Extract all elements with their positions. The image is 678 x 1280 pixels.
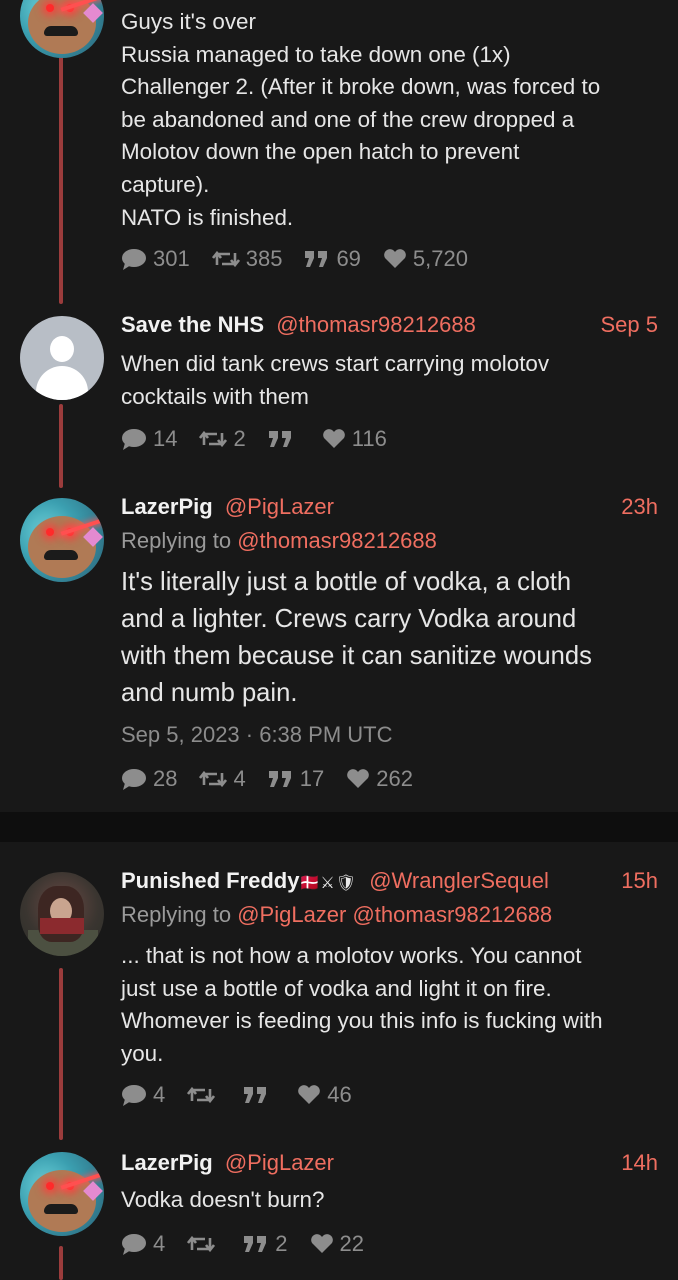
heart-icon: [322, 429, 345, 448]
like-button[interactable]: 116: [322, 426, 387, 452]
retweet-button[interactable]: [187, 1085, 221, 1105]
tweet-text: ... that is not how a molotov works. You…: [121, 943, 603, 1066]
quote-button[interactable]: 17: [268, 766, 324, 792]
retweet-button[interactable]: 4: [199, 766, 246, 792]
quote-icon: [244, 1087, 267, 1103]
avatar[interactable]: [20, 498, 104, 582]
tweet-text: It's literally just a bottle of vodka, a…: [121, 568, 592, 707]
reply-button[interactable]: 4: [121, 1231, 165, 1257]
tweet-date[interactable]: Sep 5: [601, 312, 659, 338]
tweet-actions: 301 385 69 5,720: [121, 246, 490, 272]
replying-to: Replying to @PigLazer @thomasr98212688: [121, 902, 553, 927]
quote-button[interactable]: 2: [243, 1231, 288, 1257]
reply-button[interactable]: 4: [121, 1082, 165, 1108]
speech-bubble-icon: [122, 769, 146, 790]
reply-button[interactable]: 28: [121, 766, 177, 792]
tweet-time[interactable]: 23h: [621, 494, 658, 520]
quote-icon: [305, 251, 328, 267]
reply-button[interactable]: 14: [121, 426, 177, 452]
tweet-header: LazerPig @PigLazer: [121, 494, 334, 520]
tweet-text: Vodka doesn't burn?: [121, 1187, 325, 1212]
quote-icon: [244, 1236, 267, 1252]
avatar[interactable]: [20, 0, 104, 58]
tweet-time[interactable]: 15h: [621, 868, 658, 894]
thread-line: [59, 968, 63, 1140]
quote-icon: [268, 771, 291, 787]
username[interactable]: @PigLazer: [225, 494, 334, 519]
like-button[interactable]: 262: [346, 766, 413, 792]
tweet-timestamp[interactable]: Sep 5, 2023 · 6:38 PM UTC: [121, 722, 392, 748]
thread-line: [59, 50, 63, 304]
username[interactable]: @WranglerSequel: [369, 868, 549, 893]
like-button[interactable]: 5,720: [383, 246, 468, 272]
reply-handle[interactable]: @PigLazer @thomasr98212688: [237, 902, 552, 927]
reply-button[interactable]: 301: [121, 246, 190, 272]
retweet-button[interactable]: [187, 1234, 221, 1254]
retweet-icon: [199, 770, 228, 788]
display-name[interactable]: LazerPig: [121, 1150, 213, 1175]
display-name[interactable]: LazerPig: [121, 494, 213, 519]
tweet-header: Save the NHS @thomasr98212688: [121, 312, 476, 338]
tweet-time[interactable]: 14h: [621, 1150, 658, 1176]
heart-icon: [347, 769, 370, 788]
tweet-actions: 4 46: [121, 1082, 374, 1108]
thread-separator: [0, 812, 678, 842]
thread-line: [59, 1246, 63, 1280]
username[interactable]: @PigLazer: [225, 1150, 334, 1175]
speech-bubble-icon: [122, 1085, 146, 1106]
speech-bubble-icon: [122, 429, 146, 450]
like-button[interactable]: 46: [297, 1082, 352, 1108]
speech-bubble-icon: [122, 1234, 146, 1255]
heart-icon: [298, 1085, 321, 1104]
quote-button[interactable]: [243, 1086, 275, 1104]
username[interactable]: @thomasr98212688: [276, 312, 476, 337]
heart-icon: [310, 1234, 333, 1253]
retweet-icon: [211, 250, 240, 268]
avatar[interactable]: [20, 316, 104, 400]
retweet-icon: [187, 1235, 216, 1253]
tweet-actions: 28 4 17 262: [121, 766, 435, 792]
tweet-text: Guys it's over Russia managed to take do…: [121, 9, 601, 230]
name-emoji: 🇩🇰⚔🛡: [299, 875, 358, 892]
display-name[interactable]: Save the NHS: [121, 312, 264, 337]
quote-icon: [268, 431, 291, 447]
thread-line: [59, 404, 63, 488]
display-name[interactable]: Punished Freddy: [121, 868, 299, 893]
replying-to: Replying to @thomasr98212688: [121, 528, 437, 553]
tweet-actions: 4 2 22: [121, 1231, 386, 1257]
retweet-button[interactable]: 385: [211, 246, 282, 272]
like-button[interactable]: 22: [310, 1231, 364, 1257]
avatar[interactable]: [20, 1152, 104, 1236]
heart-icon: [384, 249, 406, 268]
avatar[interactable]: [20, 872, 104, 956]
retweet-icon: [187, 1086, 216, 1104]
tweet-actions: 14 2 116: [121, 426, 409, 452]
retweet-button[interactable]: 2: [199, 426, 246, 452]
quote-button[interactable]: [268, 430, 300, 448]
tweet-header: LazerPig @PigLazer: [121, 1150, 334, 1176]
tweet-text: When did tank crews start carrying molot…: [121, 351, 550, 409]
quote-button[interactable]: 69: [304, 246, 361, 272]
reply-handle[interactable]: @thomasr98212688: [237, 528, 437, 553]
speech-bubble-icon: [122, 249, 146, 270]
tweet-header: Punished Freddy🇩🇰⚔🛡 @WranglerSequel: [121, 868, 549, 894]
retweet-icon: [199, 430, 228, 448]
